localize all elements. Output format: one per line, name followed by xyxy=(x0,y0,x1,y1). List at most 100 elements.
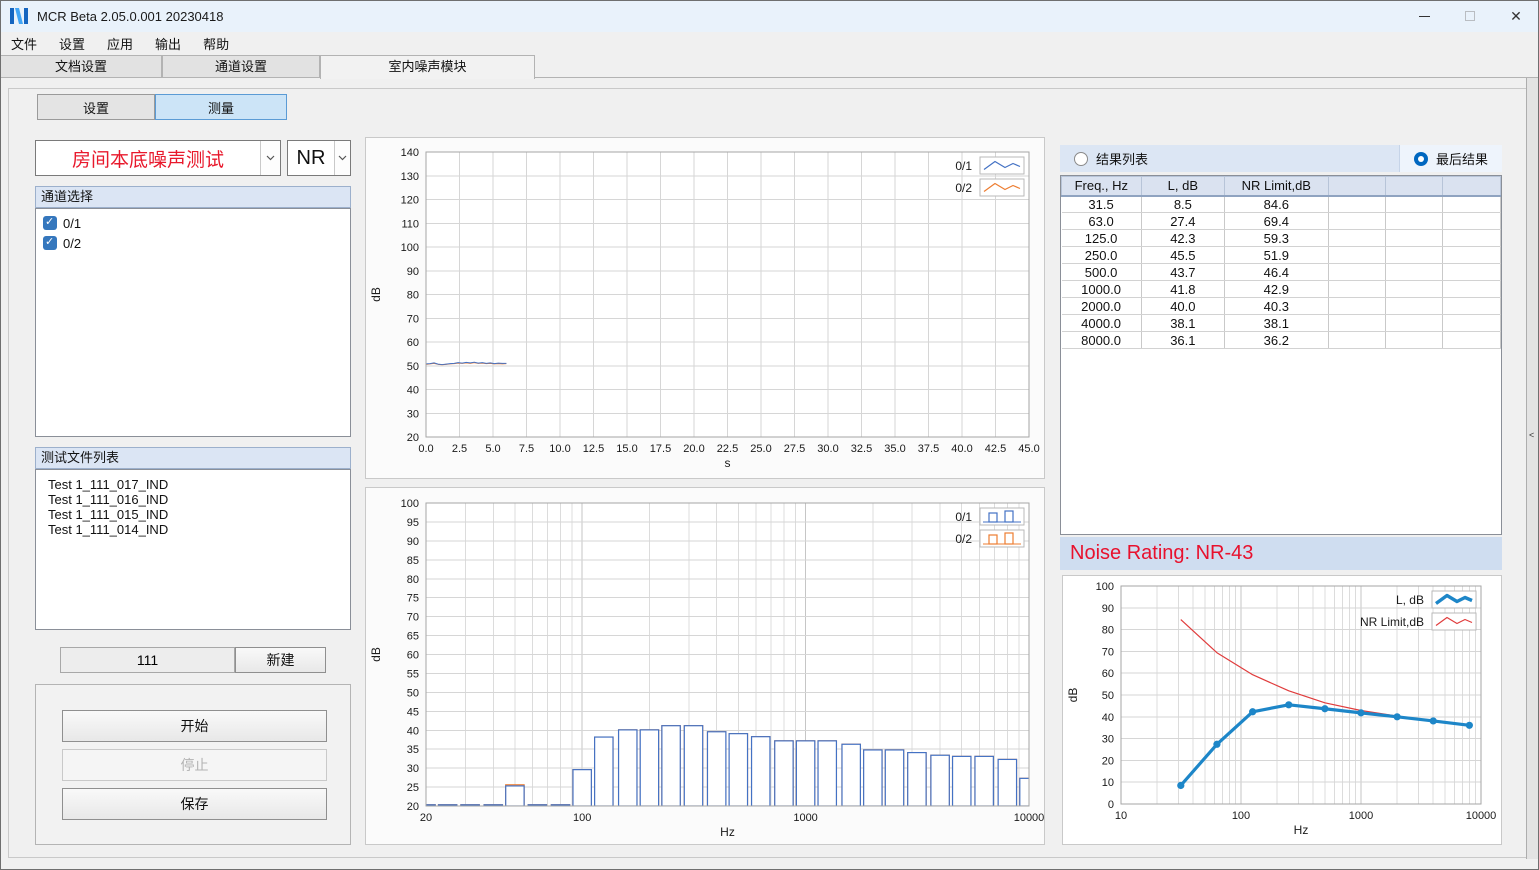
rating-method-select[interactable]: NR xyxy=(287,140,351,176)
svg-text:20: 20 xyxy=(420,812,432,824)
tab-3[interactable]: 室内噪声模块 xyxy=(320,55,535,79)
table-cell: 45.5 xyxy=(1141,247,1224,264)
svg-text:22.5: 22.5 xyxy=(717,443,738,455)
table-cell xyxy=(1328,196,1385,213)
table-cell: 40.0 xyxy=(1141,298,1224,315)
minimize-button[interactable] xyxy=(1401,0,1447,32)
channel-item[interactable]: 0/1 xyxy=(36,213,350,233)
tab-strip: 文档设置通道设置室内噪声模块 xyxy=(0,55,1539,78)
table-row[interactable]: 31.58.584.6 xyxy=(1062,196,1501,213)
svg-text:45: 45 xyxy=(407,706,419,718)
menu-item[interactable]: 文件 xyxy=(0,32,48,55)
menu-item[interactable]: 帮助 xyxy=(192,32,240,55)
table-cell xyxy=(1386,230,1443,247)
table-cell xyxy=(1443,298,1501,315)
panel-splitter[interactable]: < xyxy=(1526,78,1539,859)
radio-last-result[interactable]: 最后结果 xyxy=(1399,145,1502,172)
table-cell xyxy=(1443,281,1501,298)
table-header: NR Limit,dB xyxy=(1225,177,1328,196)
table-cell: 4000.0 xyxy=(1062,315,1142,332)
svg-text:110: 110 xyxy=(401,218,419,230)
checkbox-checked-icon[interactable] xyxy=(43,236,57,250)
table-cell xyxy=(1328,247,1385,264)
table-cell: 42.9 xyxy=(1225,281,1328,298)
svg-text:90: 90 xyxy=(407,536,419,548)
table-cell: 42.3 xyxy=(1141,230,1224,247)
test-name-input[interactable] xyxy=(60,647,235,673)
stop-button[interactable]: 停止 xyxy=(62,749,327,781)
table-cell xyxy=(1328,332,1385,349)
table-cell xyxy=(1386,196,1443,213)
table-cell: 8.5 xyxy=(1141,196,1224,213)
svg-text:20: 20 xyxy=(1102,755,1114,767)
table-cell xyxy=(1443,332,1501,349)
noise-rating-text: Noise Rating: NR-43 xyxy=(1070,542,1253,564)
preset-select[interactable]: 房间本底噪声测试 xyxy=(35,140,281,176)
table-row[interactable]: 2000.040.040.3 xyxy=(1062,298,1501,315)
subtab-settings[interactable]: 设置 xyxy=(37,94,155,120)
svg-text:80: 80 xyxy=(407,574,419,586)
checkbox-checked-icon[interactable] xyxy=(43,216,57,230)
table-row[interactable]: 250.045.551.9 xyxy=(1062,247,1501,264)
preset-select-value: 房间本底噪声测试 xyxy=(36,141,260,175)
test-file-item[interactable]: Test 1_111_015_IND xyxy=(36,507,350,522)
svg-text:dB: dB xyxy=(369,287,383,302)
maximize-button[interactable] xyxy=(1447,0,1493,32)
svg-text:42.5: 42.5 xyxy=(985,443,1006,455)
svg-text:95: 95 xyxy=(407,517,419,529)
svg-text:120: 120 xyxy=(401,195,419,207)
svg-text:25.0: 25.0 xyxy=(750,443,771,455)
menu-item[interactable]: 应用 xyxy=(96,32,144,55)
table-row[interactable]: 1000.041.842.9 xyxy=(1062,281,1501,298)
svg-text:0: 0 xyxy=(1108,799,1114,811)
table-header xyxy=(1443,177,1501,196)
table-row[interactable]: 500.043.746.4 xyxy=(1062,264,1501,281)
svg-text:Hz: Hz xyxy=(1294,823,1309,837)
test-file-item[interactable]: Test 1_111_014_IND xyxy=(36,522,350,537)
tab-2[interactable]: 通道设置 xyxy=(162,55,320,77)
test-file-item[interactable]: Test 1_111_016_IND xyxy=(36,492,350,507)
chevron-down-icon[interactable] xyxy=(260,141,280,175)
table-header xyxy=(1328,177,1385,196)
svg-text:40: 40 xyxy=(407,385,419,397)
table-cell xyxy=(1443,315,1501,332)
new-button[interactable]: 新建 xyxy=(235,647,326,673)
table-cell xyxy=(1386,332,1443,349)
channel-item[interactable]: 0/2 xyxy=(36,233,350,253)
svg-text:27.5: 27.5 xyxy=(784,443,805,455)
svg-text:130: 130 xyxy=(401,171,419,183)
table-row[interactable]: 4000.038.138.1 xyxy=(1062,315,1501,332)
table-cell: 36.2 xyxy=(1225,332,1328,349)
table-row[interactable]: 125.042.359.3 xyxy=(1062,230,1501,247)
table-cell xyxy=(1328,264,1385,281)
spectrum-chart: 2025303540455055606570758085909510020100… xyxy=(365,487,1045,845)
table-cell xyxy=(1443,264,1501,281)
table-row[interactable]: 63.027.469.4 xyxy=(1062,213,1501,230)
table-row[interactable]: 8000.036.136.2 xyxy=(1062,332,1501,349)
svg-text:15.0: 15.0 xyxy=(616,443,637,455)
svg-text:20: 20 xyxy=(407,801,419,813)
svg-text:25: 25 xyxy=(407,782,419,794)
svg-text:85: 85 xyxy=(407,555,419,567)
table-cell: 500.0 xyxy=(1062,264,1142,281)
radio-result-list[interactable]: 结果列表 xyxy=(1060,145,1162,172)
subtab-measure[interactable]: 测量 xyxy=(155,94,287,120)
menu-item[interactable]: 设置 xyxy=(48,32,96,55)
start-button[interactable]: 开始 xyxy=(62,710,327,742)
tab-1[interactable]: 文档设置 xyxy=(0,55,162,77)
chevron-down-icon[interactable] xyxy=(334,141,350,175)
table-cell: 69.4 xyxy=(1225,213,1328,230)
svg-text:30: 30 xyxy=(407,763,419,775)
result-mode-row: 结果列表 最后结果 xyxy=(1060,145,1502,172)
svg-text:50: 50 xyxy=(407,361,419,373)
svg-text:0/1: 0/1 xyxy=(955,159,972,173)
test-file-item[interactable]: Test 1_111_017_IND xyxy=(36,477,350,492)
table-cell: 59.3 xyxy=(1225,230,1328,247)
close-button[interactable]: ✕ xyxy=(1493,0,1539,32)
table-cell xyxy=(1386,213,1443,230)
menu-item[interactable]: 输出 xyxy=(144,32,192,55)
svg-text:30.0: 30.0 xyxy=(817,443,838,455)
svg-text:35.0: 35.0 xyxy=(884,443,905,455)
svg-text:10000: 10000 xyxy=(1014,812,1044,824)
save-button[interactable]: 保存 xyxy=(62,788,327,820)
